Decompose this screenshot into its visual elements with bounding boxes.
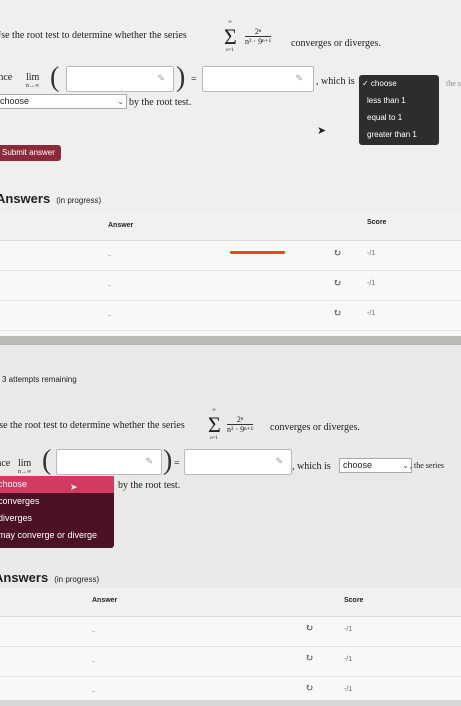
panel-divider [0, 336, 461, 345]
which-is-label: , which is [292, 461, 331, 472]
the-series-label: , the series [410, 461, 444, 470]
pencil-icon[interactable]: ✎ [295, 73, 303, 84]
series-term-fraction: 2ⁿ n³ · 9ⁿ⁺¹ [227, 415, 254, 434]
mouse-cursor-icon: ➤ [317, 125, 327, 137]
option-equal-to-1[interactable]: equal to 1 [359, 109, 439, 126]
bottom-question-panel: 3 attempts remaining Use the root test t… [0, 345, 461, 700]
equals-sign: = [191, 74, 197, 85]
option-may-converge-or-diverge[interactable]: may converge or diverge [0, 527, 114, 544]
table-row: - ↻ -/1 [0, 616, 461, 647]
convergence-select[interactable]: choose ⌄ [0, 94, 127, 109]
table-row: - ↻ -/1 [0, 240, 461, 271]
chevron-down-icon: ⌄ [402, 461, 409, 470]
column-score: Score [367, 219, 387, 226]
limit-value-input[interactable]: ✎ [184, 449, 292, 475]
limit-expression-input[interactable]: ✎ [56, 449, 162, 475]
summation-symbol: ∞ Σ n=1 [224, 20, 237, 53]
column-answer: Answer [108, 222, 134, 229]
table-header: Answer Score [0, 212, 461, 241]
pencil-icon[interactable]: ✎ [157, 73, 165, 84]
option-diverges[interactable]: diverges [0, 510, 114, 527]
column-answer: Answer [92, 597, 118, 604]
the-series-label: the se [446, 79, 461, 88]
option-greater-than-1[interactable]: greater than 1 [359, 126, 439, 143]
convergence-dropdown-menu[interactable]: choose converges diverges may converge o… [0, 476, 114, 548]
close-paren: ) [176, 62, 186, 93]
question-prompt: Use the root test to determine whether t… [0, 30, 187, 41]
mouse-cursor-icon: ➤ [70, 482, 78, 492]
chevron-down-icon: ⌄ [117, 97, 124, 106]
summation-symbol: ∞ Σ n=1 [208, 408, 221, 441]
attempts-remaining: 3 attempts remaining [2, 375, 77, 384]
red-mark [230, 251, 285, 254]
since-label: Since [0, 458, 11, 469]
open-paren: ( [42, 445, 52, 476]
option-choose[interactable]: ✓ choose [359, 75, 439, 92]
answers-heading: Answers(in progress) [0, 191, 102, 206]
table-row: - ↻ -/1 [0, 300, 461, 331]
top-question-panel: Use the root test to determine whether t… [0, 0, 461, 336]
answers-heading: Answers(in progress) [0, 570, 100, 585]
question-suffix: converges or diverges. [270, 422, 360, 433]
refresh-icon[interactable]: ↻ [305, 653, 313, 664]
open-paren: ( [50, 62, 60, 93]
which-is-label: , which is [316, 76, 355, 87]
by-root-test-label: by the root test. [129, 97, 192, 108]
pencil-icon[interactable]: ✎ [145, 456, 153, 467]
equals-sign: = [174, 458, 180, 469]
table-row: - ↻ -/1 [0, 270, 461, 301]
refresh-icon[interactable]: ↻ [333, 278, 341, 289]
by-root-test-label: by the root test. [118, 480, 181, 491]
limit-label: lim n→∞ [18, 458, 32, 475]
comparison-select[interactable]: choose ⌄ [339, 458, 412, 473]
table-row: - ↻ -/1 [92, 683, 353, 696]
column-score: Score [344, 597, 364, 604]
table-header: Answer Score [0, 588, 461, 617]
option-less-than-1[interactable]: less than 1 [359, 92, 439, 109]
series-term-fraction: 2ⁿ n³ · 9ⁿ⁺¹ [245, 27, 272, 46]
refresh-icon[interactable]: ↻ [305, 683, 313, 694]
refresh-icon[interactable]: ↻ [333, 308, 341, 319]
limit-value-input[interactable]: ✎ [202, 66, 314, 92]
comparison-dropdown-menu[interactable]: ✓ choose less than 1 equal to 1 greater … [359, 75, 439, 145]
table-row: - ↻ -/1 [0, 646, 461, 677]
question-prompt: Use the root test to determine whether t… [0, 420, 185, 431]
limit-label: lim n→∞ [26, 72, 40, 89]
pencil-icon[interactable]: ✎ [275, 456, 283, 467]
option-choose[interactable]: choose [0, 476, 114, 493]
option-converges[interactable]: converges [0, 493, 114, 510]
refresh-icon[interactable]: ↻ [333, 248, 341, 259]
refresh-icon[interactable]: ↻ [305, 623, 313, 634]
answers-table: Answer Score - ↻ -/1 - ↻ -/1 - ↻ -/1 [0, 212, 461, 336]
since-label: Since [0, 72, 13, 83]
question-suffix: converges or diverges. [291, 38, 381, 49]
submit-answer-button[interactable]: Submit answer [0, 145, 61, 161]
limit-expression-input[interactable]: ✎ [66, 66, 174, 92]
answers-table: Answer Score - ↻ -/1 - ↻ -/1 - ↻ -/1 [0, 588, 461, 700]
close-paren: ) [163, 445, 173, 476]
